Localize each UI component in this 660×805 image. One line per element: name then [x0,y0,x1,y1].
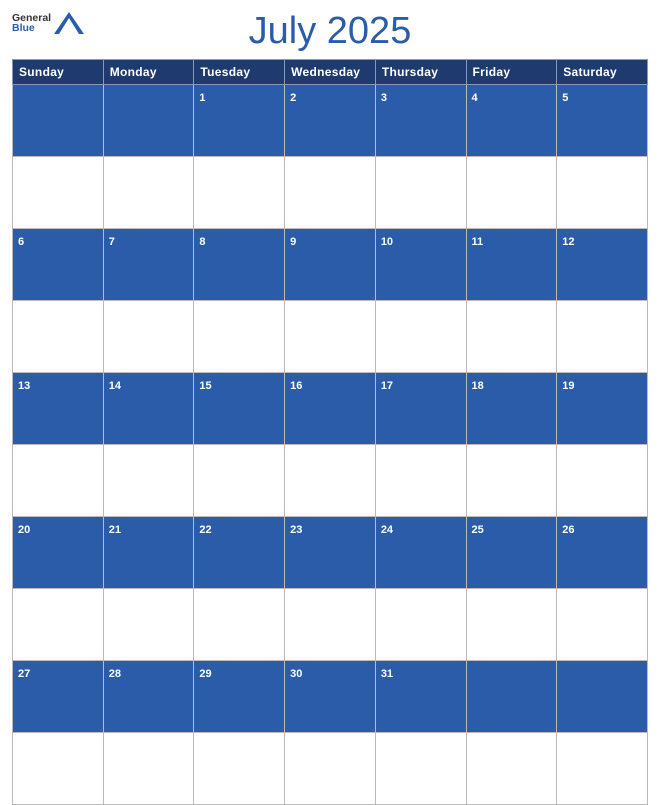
logo-icon-wrap [54,12,84,34]
week-3-header: 13 14 15 16 17 18 19 [13,373,648,445]
w1-sun-body [13,157,104,229]
w5-mon-body [103,733,194,805]
w5-sun-body [13,733,104,805]
w4-tue-body [194,589,285,661]
logo-triangle-icon [54,12,84,34]
w1-fri-num: 4 [466,85,557,157]
w5-sun-num: 27 [13,661,104,733]
month-title: July 2025 [249,10,412,53]
w4-wed-num: 23 [285,517,376,589]
w5-fri-body [466,733,557,805]
w5-sat-num [557,661,648,733]
w3-fri-num: 18 [466,373,557,445]
w2-wed-body [285,301,376,373]
w2-mon-body [103,301,194,373]
w2-thu-body [375,301,466,373]
w5-tue-body [194,733,285,805]
w4-sat-body [557,589,648,661]
w4-fri-body [466,589,557,661]
w1-fri-body [466,157,557,229]
header-friday: Friday [466,60,557,85]
w1-sat-num: 5 [557,85,648,157]
w3-sat-num: 19 [557,373,648,445]
header-thursday: Thursday [375,60,466,85]
header-sunday: Sunday [13,60,104,85]
w1-wed-num: 2 [285,85,376,157]
w3-thu-body [375,445,466,517]
w1-wed-body [285,157,376,229]
w4-sun-body [13,589,104,661]
w5-wed-num: 30 [285,661,376,733]
header-saturday: Saturday [557,60,648,85]
w4-thu-body [375,589,466,661]
week-5-body [13,733,648,805]
w1-mon-num [103,85,194,157]
w3-mon-body [103,445,194,517]
logo-blue-text: Blue [12,23,51,34]
w2-tue-num: 8 [194,229,285,301]
w5-mon-num: 28 [103,661,194,733]
w4-fri-num: 25 [466,517,557,589]
w2-sat-body [557,301,648,373]
w5-thu-body [375,733,466,805]
header-wednesday: Wednesday [285,60,376,85]
calendar-header: General Blue July 2025 [12,10,648,59]
w1-mon-body [103,157,194,229]
w4-mon-num: 21 [103,517,194,589]
calendar-table: Sunday Monday Tuesday Wednesday Thursday… [12,59,648,805]
w4-tue-num: 22 [194,517,285,589]
w2-mon-num: 7 [103,229,194,301]
w5-fri-num [466,661,557,733]
w1-thu-num: 3 [375,85,466,157]
w4-sat-num: 26 [557,517,648,589]
w4-wed-body [285,589,376,661]
w5-wed-body [285,733,376,805]
week-2-body [13,301,648,373]
week-5-header: 27 28 29 30 31 [13,661,648,733]
w1-tue-num: 1 [194,85,285,157]
header-monday: Monday [103,60,194,85]
w2-wed-num: 9 [285,229,376,301]
w2-tue-body [194,301,285,373]
week-4-header: 20 21 22 23 24 25 26 [13,517,648,589]
w3-sun-body [13,445,104,517]
logo: General Blue [12,12,84,34]
w3-mon-num: 14 [103,373,194,445]
w3-wed-num: 16 [285,373,376,445]
week-1-header: 1 2 3 4 5 [13,85,648,157]
w2-sun-num: 6 [13,229,104,301]
header-tuesday: Tuesday [194,60,285,85]
w2-thu-num: 10 [375,229,466,301]
week-1-body [13,157,648,229]
w2-fri-num: 11 [466,229,557,301]
week-2-header: 6 7 8 9 10 11 12 [13,229,648,301]
w3-tue-body [194,445,285,517]
w2-fri-body [466,301,557,373]
w3-tue-num: 15 [194,373,285,445]
w5-sat-body [557,733,648,805]
w4-sun-num: 20 [13,517,104,589]
week-4-body [13,589,648,661]
w3-fri-body [466,445,557,517]
w4-mon-body [103,589,194,661]
week-3-body [13,445,648,517]
w5-tue-num: 29 [194,661,285,733]
w2-sat-num: 12 [557,229,648,301]
w1-thu-body [375,157,466,229]
w3-sun-num: 13 [13,373,104,445]
w2-sun-body [13,301,104,373]
w5-thu-num: 31 [375,661,466,733]
w1-tue-body [194,157,285,229]
w3-thu-num: 17 [375,373,466,445]
w3-sat-body [557,445,648,517]
w1-sun-num [13,85,104,157]
weekday-header-row: Sunday Monday Tuesday Wednesday Thursday… [13,60,648,85]
w4-thu-num: 24 [375,517,466,589]
w3-wed-body [285,445,376,517]
w1-sat-body [557,157,648,229]
calendar-page: General Blue July 2025 Sunday Monday Tue… [0,0,660,510]
